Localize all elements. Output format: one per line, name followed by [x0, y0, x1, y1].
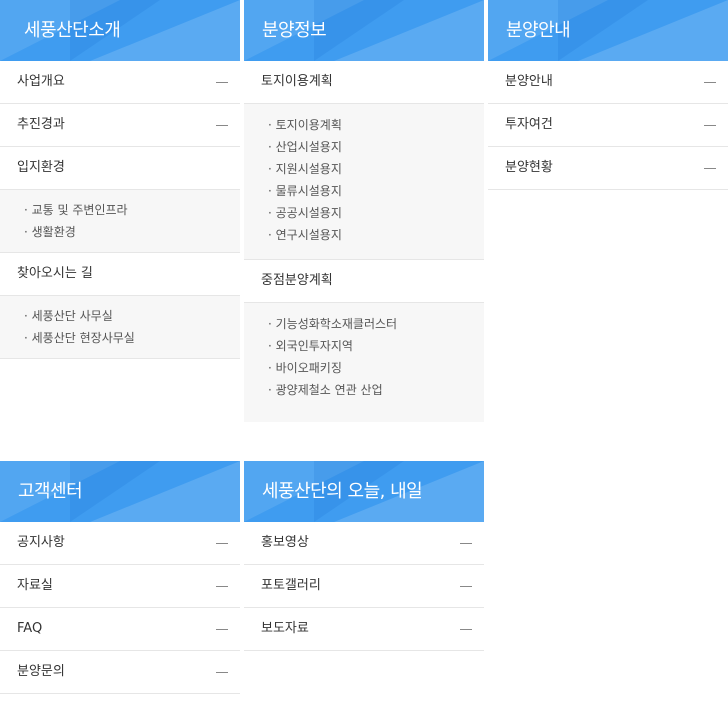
menu-item-promo-video[interactable]: 홍보영상: [244, 522, 484, 565]
menu-item-sale-inquiry[interactable]: 분양문의: [0, 651, 240, 694]
menu-item-label: 홍보영상: [261, 535, 309, 550]
collapse-icon: [216, 586, 228, 587]
collapse-icon: [460, 543, 472, 544]
submenu-location: 교통 및 주변인프라 생활환경: [0, 190, 240, 253]
menu-item-label: 사업개요: [17, 74, 65, 89]
menu-item-key-sale-plan[interactable]: 중점분양계획: [244, 260, 484, 303]
collapse-icon: [216, 543, 228, 544]
menu-column-sale-guide: 분양안내 분양안내 투자여건 분양현황: [488, 0, 728, 190]
menu-item-investment[interactable]: 투자여건: [488, 104, 728, 147]
collapse-icon: [704, 125, 716, 126]
menu-item-location[interactable]: 입지환경: [0, 147, 240, 190]
submenu-item[interactable]: 지원시설용지: [268, 158, 484, 180]
submenu-item[interactable]: 바이오패키징: [268, 357, 484, 379]
menu-item-land-plan[interactable]: 토지이용계획: [244, 61, 484, 104]
menu-item-overview[interactable]: 사업개요: [0, 61, 240, 104]
menu-item-label: 보도자료: [261, 621, 309, 636]
collapse-icon: [216, 125, 228, 126]
menu-title-sale-guide: 분양안내: [506, 20, 571, 41]
menu-item-label: 추진경과: [17, 117, 65, 132]
menu-column-customer: 고객센터 공지사항 자료실 FAQ 분양문의: [0, 461, 240, 694]
menu-title-customer: 고객센터: [18, 481, 83, 502]
submenu-directions: 세풍산단 사무실 세풍산단 현장사무실: [0, 296, 240, 359]
menu-item-label: 포토갤러리: [261, 578, 321, 593]
submenu-item[interactable]: 물류시설용지: [268, 180, 484, 202]
menu-item-label: 토지이용계획: [261, 74, 333, 89]
menu-item-photo-gallery[interactable]: 포토갤러리: [244, 565, 484, 608]
collapse-icon: [216, 82, 228, 83]
menu-item-sale-status[interactable]: 분양현황: [488, 147, 728, 190]
menu-item-press[interactable]: 보도자료: [244, 608, 484, 651]
menu-column-today: 세풍산단의 오늘, 내일 홍보영상 포토갤러리 보도자료: [244, 461, 484, 651]
menu-title-sale-info: 분양정보: [262, 20, 327, 41]
collapse-icon: [704, 168, 716, 169]
submenu-item[interactable]: 교통 및 주변인프라: [24, 199, 240, 221]
menu-item-faq[interactable]: FAQ: [0, 608, 240, 651]
menu-item-label: 분양현황: [505, 160, 553, 175]
menu-column-intro: 세풍산단소개 사업개요 추진경과 입지환경 교통 및 주변인프라 생활환경 찾아…: [0, 0, 240, 359]
menu-item-sale-guide[interactable]: 분양안내: [488, 61, 728, 104]
menu-item-label: 찾아오시는 길: [17, 266, 93, 281]
menu-item-label: 자료실: [17, 578, 53, 593]
menu-item-archive[interactable]: 자료실: [0, 565, 240, 608]
submenu-item[interactable]: 외국인투자지역: [268, 335, 484, 357]
submenu-item[interactable]: 토지이용계획: [268, 114, 484, 136]
menu-header-sale-info[interactable]: 분양정보: [244, 0, 484, 61]
menu-item-progress[interactable]: 추진경과: [0, 104, 240, 147]
menu-header-customer[interactable]: 고객센터: [0, 461, 240, 522]
menu-item-label: 입지환경: [17, 160, 65, 175]
submenu-key-sale-plan: 기능성화학소재클러스터 외국인투자지역 바이오패키징 광양제철소 연관 산업: [244, 303, 484, 422]
collapse-icon: [216, 672, 228, 673]
menu-item-label: 공지사항: [17, 535, 65, 550]
submenu-item[interactable]: 세풍산단 사무실: [24, 305, 240, 327]
menu-title-today: 세풍산단의 오늘, 내일: [262, 481, 423, 502]
menu-item-label: 분양안내: [505, 74, 553, 89]
menu-item-directions[interactable]: 찾아오시는 길: [0, 253, 240, 296]
menu-item-label: 투자여건: [505, 117, 553, 132]
submenu-item[interactable]: 세풍산단 현장사무실: [24, 327, 240, 349]
collapse-icon: [216, 629, 228, 630]
menu-item-label: 중점분양계획: [261, 273, 333, 288]
menu-header-sale-guide[interactable]: 분양안내: [488, 0, 728, 61]
menu-item-notice[interactable]: 공지사항: [0, 522, 240, 565]
submenu-item[interactable]: 기능성화학소재클러스터: [268, 313, 484, 335]
menu-item-label: FAQ: [17, 621, 43, 636]
menu-title-intro: 세풍산단소개: [24, 20, 121, 41]
submenu-item[interactable]: 생활환경: [24, 221, 240, 243]
menu-header-intro[interactable]: 세풍산단소개: [0, 0, 240, 61]
submenu-item[interactable]: 산업시설용지: [268, 136, 484, 158]
menu-column-sale-info: 분양정보 토지이용계획 토지이용계획 산업시설용지 지원시설용지 물류시설용지 …: [244, 0, 484, 422]
menu-header-today[interactable]: 세풍산단의 오늘, 내일: [244, 461, 484, 522]
submenu-item[interactable]: 연구시설용지: [268, 224, 484, 246]
collapse-icon: [460, 629, 472, 630]
submenu-item[interactable]: 광양제철소 연관 산업: [268, 379, 484, 401]
submenu-item[interactable]: 공공시설용지: [268, 202, 484, 224]
submenu-land-plan: 토지이용계획 산업시설용지 지원시설용지 물류시설용지 공공시설용지 연구시설용…: [244, 104, 484, 260]
collapse-icon: [704, 82, 716, 83]
menu-item-label: 분양문의: [17, 664, 65, 679]
collapse-icon: [460, 586, 472, 587]
